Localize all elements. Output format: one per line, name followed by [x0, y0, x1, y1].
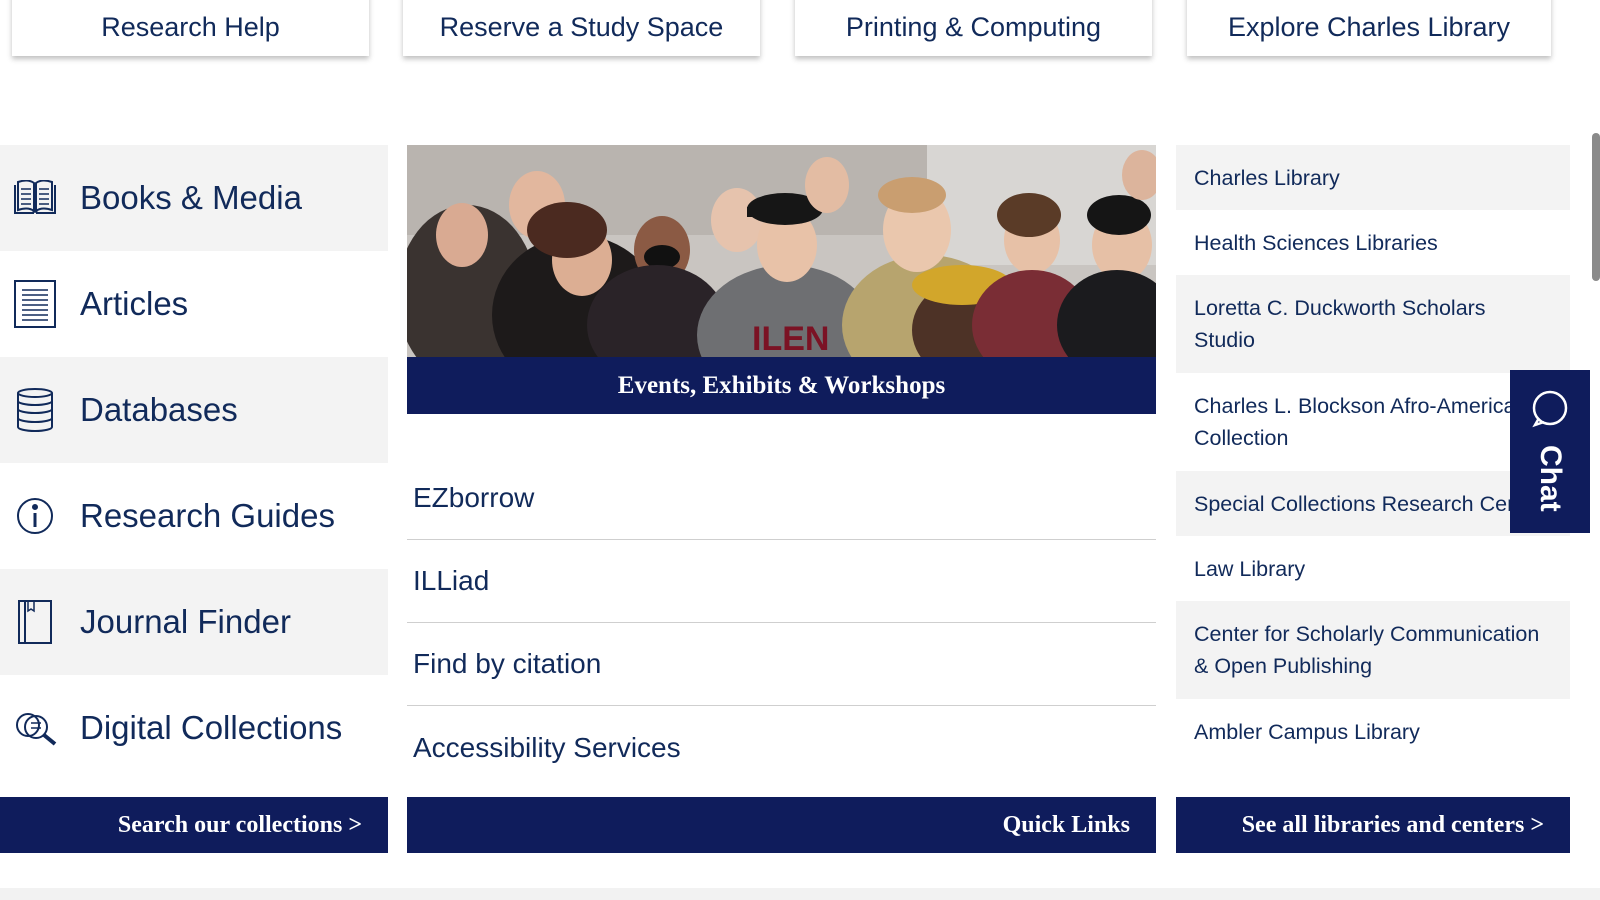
search-links-list: Books & Media Articles Databases Researc…: [0, 145, 388, 781]
search-link-label: Digital Collections: [80, 709, 343, 746]
search-link-journal-finder[interactable]: Journal Finder: [0, 569, 388, 675]
chat-bubble-icon: [1530, 388, 1570, 433]
library-link-charles[interactable]: Charles Library: [1176, 145, 1570, 210]
reserve-study-space-card[interactable]: Reserve a Study Space: [403, 0, 760, 56]
explore-charles-library-card[interactable]: Explore Charles Library: [1187, 0, 1551, 56]
svg-text:ILEN: ILEN: [752, 320, 829, 357]
search-link-label: Books & Media: [80, 179, 302, 216]
search-link-articles[interactable]: Articles: [0, 251, 388, 357]
magnifier-icon: [12, 705, 58, 751]
chat-label: Chat: [1534, 445, 1567, 512]
quick-links-list: EZborrow ILLiad Find by citation Accessi…: [407, 457, 1156, 789]
events-caption: Events, Exhibits & Workshops: [407, 357, 1156, 414]
search-link-label: Articles: [80, 285, 189, 322]
search-link-label: Research Guides: [80, 497, 335, 534]
library-link-health-sciences[interactable]: Health Sciences Libraries: [1176, 210, 1570, 275]
page-scrollbar[interactable]: [1590, 0, 1600, 900]
search-link-label: Journal Finder: [80, 603, 291, 640]
quick-link-accessibility-services[interactable]: Accessibility Services: [407, 706, 1156, 789]
see-all-libraries-button[interactable]: See all libraries and centers >: [1176, 797, 1570, 853]
events-photo: ILEN: [407, 145, 1156, 357]
search-link-databases[interactable]: Databases: [0, 357, 388, 463]
library-link-scholarly-communication[interactable]: Center for Scholarly Communication & Ope…: [1176, 601, 1570, 699]
search-link-research-guides[interactable]: Research Guides: [0, 463, 388, 569]
horizontal-scrollbar-track: [0, 888, 1600, 900]
printing-computing-card[interactable]: Printing & Computing: [795, 0, 1152, 56]
library-link-ambler[interactable]: Ambler Campus Library: [1176, 699, 1570, 764]
top-quick-cards: Research Help Reserve a Study Space Prin…: [0, 0, 1600, 58]
info-icon: [12, 493, 58, 539]
search-link-digital-collections[interactable]: Digital Collections: [0, 675, 388, 781]
document-icon: [12, 280, 58, 328]
search-link-books-media[interactable]: Books & Media: [0, 145, 388, 251]
library-link-scholars-studio[interactable]: Loretta C. Duckworth Scholars Studio: [1176, 275, 1570, 373]
quick-links-button[interactable]: Quick Links: [407, 797, 1156, 853]
chat-tab[interactable]: Chat: [1510, 370, 1590, 533]
search-link-label: Databases: [80, 391, 238, 428]
events-card[interactable]: ILEN Events, Exhibits & Workshops: [407, 145, 1156, 414]
quick-link-illiad[interactable]: ILLiad: [407, 540, 1156, 623]
library-link-law[interactable]: Law Library: [1176, 536, 1570, 601]
search-collections-button[interactable]: Search our collections >: [0, 797, 388, 853]
quick-link-ezborrow[interactable]: EZborrow: [407, 457, 1156, 540]
quick-link-find-by-citation[interactable]: Find by citation: [407, 623, 1156, 706]
book-icon: [12, 175, 58, 221]
research-help-card[interactable]: Research Help: [12, 0, 369, 56]
journal-icon: [12, 599, 58, 645]
database-icon: [12, 387, 58, 433]
scrollbar-thumb[interactable]: [1592, 133, 1600, 281]
